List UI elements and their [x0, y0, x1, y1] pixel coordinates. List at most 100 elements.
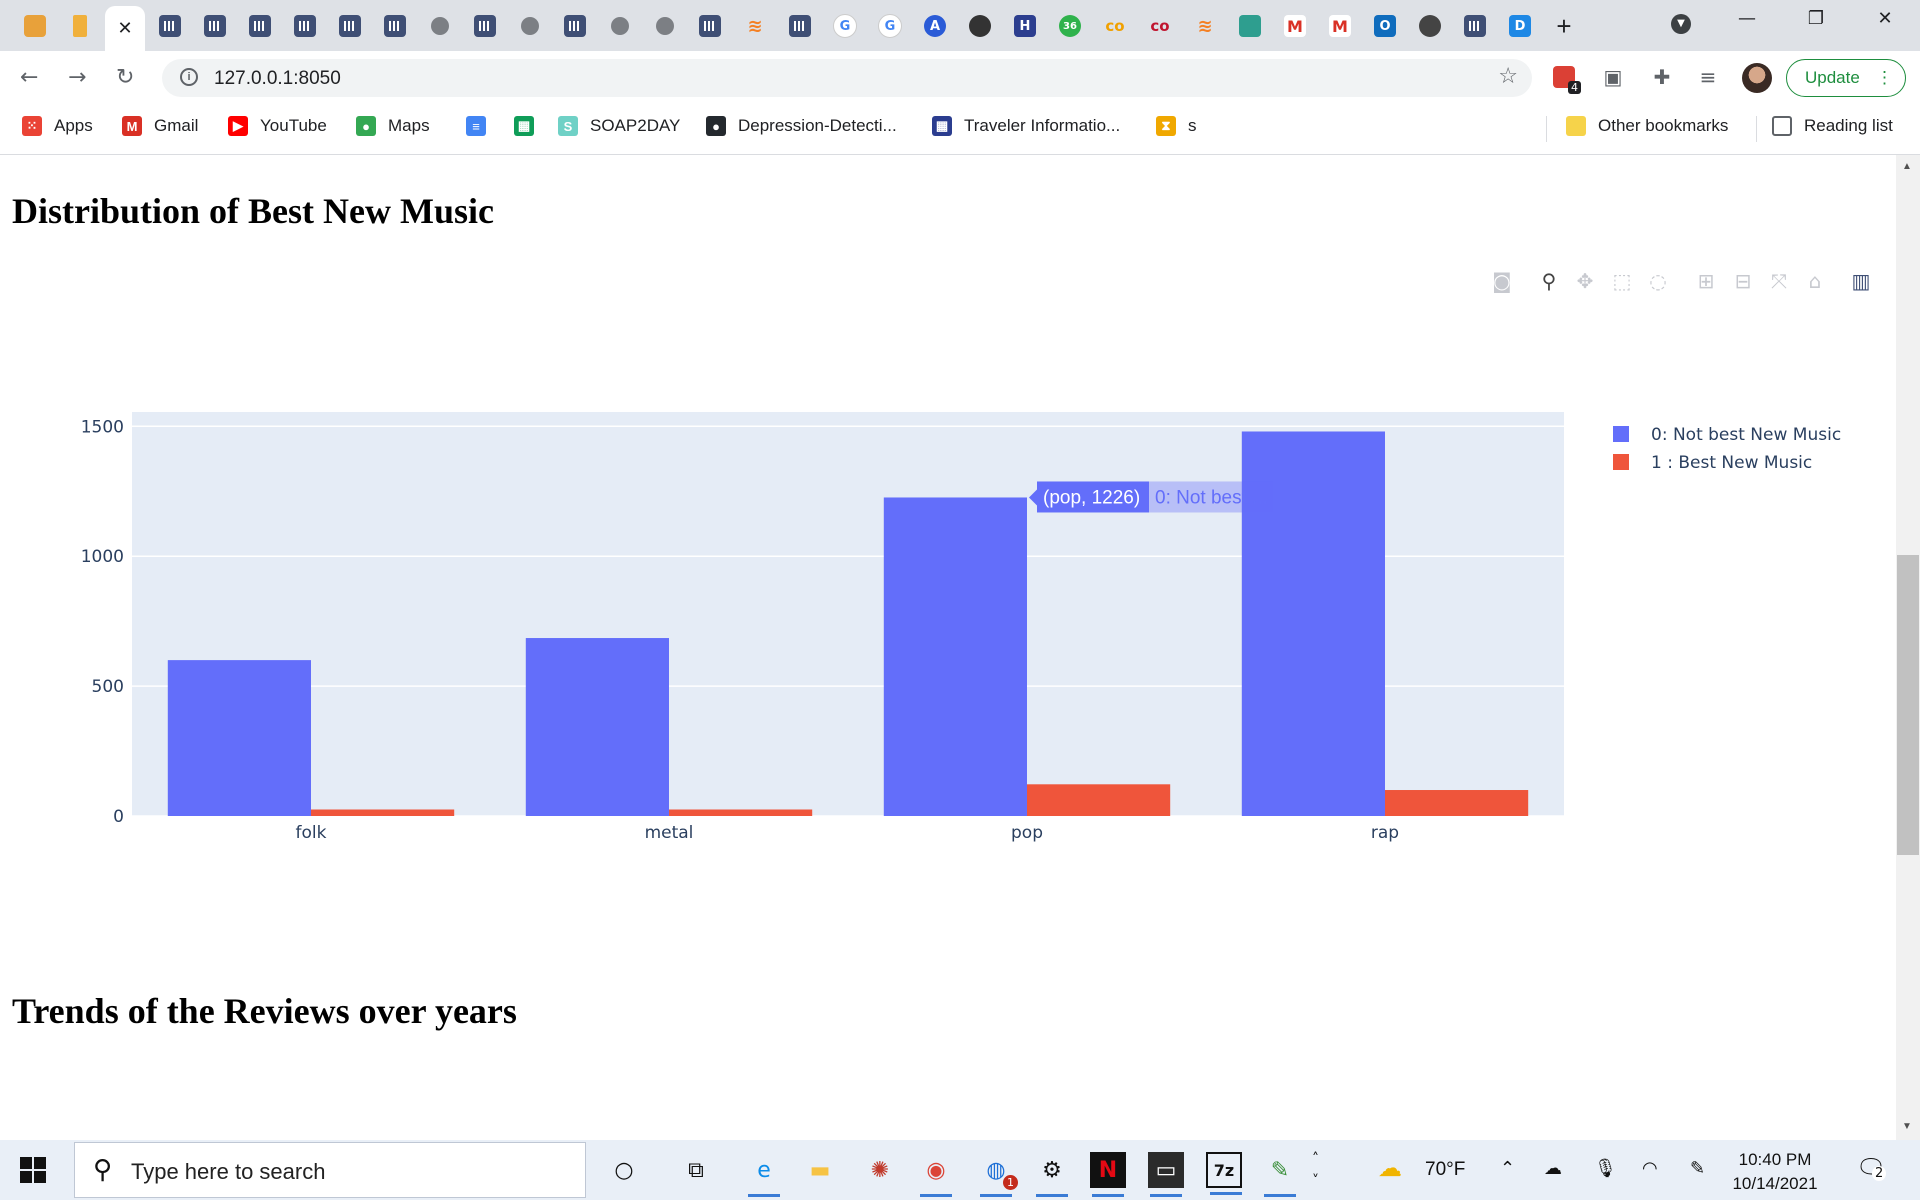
browser-tab[interactable] — [150, 6, 190, 46]
7zip-icon[interactable]: 7z — [1206, 1152, 1242, 1195]
browser-tab[interactable]: 36 — [1050, 6, 1090, 46]
browser-tab[interactable] — [375, 6, 415, 46]
bookmark-item[interactable]: ● Maps — [356, 116, 430, 136]
picture-in-picture-icon[interactable]: ▣ — [1601, 65, 1625, 89]
browser-tab[interactable] — [285, 6, 325, 46]
more-menu-icon[interactable]: ⋮ — [1876, 60, 1893, 96]
bar-pop-series-0[interactable] — [883, 497, 1027, 816]
browser-tab[interactable]: D — [1500, 6, 1540, 46]
browser-tab[interactable] — [240, 6, 280, 46]
show-hidden-icons-icon[interactable]: ⌃ — [1500, 1158, 1515, 1179]
tray-expand-icon[interactable]: ˄ ˅ — [1312, 1148, 1319, 1192]
browser-tab[interactable]: ≋ — [1185, 6, 1225, 46]
browser-tab[interactable] — [420, 6, 460, 46]
browser-tab[interactable] — [1455, 6, 1495, 46]
close-window-icon[interactable]: ✕ — [1862, 8, 1908, 29]
bookmark-item[interactable]: ● Depression-Detecti... — [706, 116, 897, 136]
browser-tab[interactable]: M — [1275, 6, 1315, 46]
browser-tab[interactable]: co — [1095, 6, 1135, 46]
bookmark-item[interactable]: ≡ — [466, 116, 498, 136]
browser-tab[interactable] — [330, 6, 370, 46]
browser-tab[interactable] — [690, 6, 730, 46]
bookmark-item[interactable]: ▦ Traveler Informatio... — [932, 116, 1120, 136]
onedrive-icon[interactable]: ☁ — [1544, 1158, 1562, 1179]
bar-folk-series-1[interactable] — [311, 809, 455, 816]
update-button[interactable]: Update ⋮ — [1786, 59, 1906, 97]
scroll-down-icon[interactable]: ▼ — [1902, 1121, 1912, 1132]
browser-tab[interactable] — [15, 6, 55, 46]
address-bar[interactable]: i 127.0.0.1:8050 ☆ — [162, 59, 1532, 97]
legend-swatch[interactable] — [1613, 454, 1629, 470]
windows-start-icon[interactable] — [20, 1157, 46, 1183]
taskbar-search-input[interactable]: ⚲ Type here to search — [74, 1142, 586, 1198]
notepad-icon[interactable]: ✎ — [1262, 1152, 1298, 1197]
weather-temp[interactable]: 70°F — [1425, 1159, 1465, 1181]
terminal-icon[interactable]: ▭ — [1148, 1152, 1184, 1197]
browser-tab[interactable]: H — [1005, 6, 1045, 46]
browser-tab[interactable]: A — [915, 6, 955, 46]
browser-tab[interactable] — [555, 6, 595, 46]
legend-label[interactable]: 0: Not best New Music — [1651, 425, 1841, 445]
bookmark-item[interactable]: ▦ — [514, 116, 546, 136]
browser-tab[interactable] — [465, 6, 505, 46]
browser-tab[interactable]: G — [870, 6, 910, 46]
other-bookmarks[interactable]: Other bookmarks — [1566, 116, 1728, 136]
extensions-puzzle-icon[interactable]: ✚ — [1650, 65, 1674, 89]
browser-tab[interactable] — [600, 6, 640, 46]
browser-tab[interactable] — [1410, 6, 1450, 46]
bookmark-item[interactable]: M Gmail — [122, 116, 198, 136]
netflix-icon[interactable]: N — [1090, 1152, 1126, 1197]
scroll-up-icon[interactable]: ▲ — [1902, 161, 1912, 172]
bar-metal-series-1[interactable] — [669, 809, 813, 816]
settings-icon[interactable]: ⚙ — [1034, 1152, 1070, 1197]
bookmark-item[interactable]: ▶ YouTube — [228, 116, 327, 136]
url-text[interactable]: 127.0.0.1:8050 — [214, 68, 341, 90]
bar-pop-series-1[interactable] — [1027, 784, 1171, 816]
wifi-icon[interactable]: ◠ — [1642, 1158, 1658, 1179]
browser-tab[interactable]: co — [1140, 6, 1180, 46]
bookmark-star-icon[interactable]: ☆ — [1498, 64, 1518, 89]
profile-avatar[interactable] — [1742, 63, 1772, 93]
minimize-icon[interactable]: — — [1724, 8, 1770, 29]
close-icon[interactable]: ✕ — [117, 18, 132, 39]
tab-search-icon[interactable]: ▼ — [1658, 10, 1704, 34]
browser-tab[interactable] — [195, 6, 235, 46]
browser-tab[interactable] — [780, 6, 820, 46]
reading-list[interactable]: Reading list — [1772, 116, 1893, 136]
media-control-icon[interactable]: ≡ — [1696, 65, 1720, 89]
pen-icon[interactable]: ✎ — [1690, 1158, 1705, 1179]
browser-tab[interactable]: ≋ — [735, 6, 775, 46]
forward-icon[interactable]: → — [68, 65, 86, 90]
task-view-icon[interactable]: ⧉ — [678, 1152, 714, 1188]
chrome-icon[interactable]: ◉ — [918, 1152, 954, 1197]
browser-tab[interactable] — [60, 6, 100, 46]
bookmark-item[interactable]: ⧗ s — [1156, 116, 1197, 136]
cortana-icon[interactable]: ○ — [606, 1152, 642, 1188]
new-tab-icon[interactable]: + — [1544, 6, 1584, 46]
browser-tab[interactable]: G — [825, 6, 865, 46]
browser-tab[interactable] — [1230, 6, 1270, 46]
weather-icon[interactable]: ☁ — [1378, 1154, 1402, 1182]
bookmark-item[interactable]: ⁙ Apps — [22, 116, 93, 136]
security-icon[interactable]: ✺ — [862, 1152, 898, 1188]
microphone-icon[interactable]: 🎙 — [1594, 1158, 1617, 1179]
restore-icon[interactable]: ❐ — [1793, 8, 1839, 29]
bar-metal-series-0[interactable] — [525, 638, 669, 816]
site-info-icon[interactable]: i — [180, 68, 198, 86]
bookmark-item[interactable]: S SOAP2DAY — [558, 116, 680, 136]
reload-icon[interactable]: ↻ — [116, 65, 134, 90]
scrollbar-thumb[interactable] — [1897, 555, 1919, 855]
back-icon[interactable]: ← — [20, 65, 38, 90]
legend-label[interactable]: 1 : Best New Music — [1651, 453, 1812, 473]
browser-tab[interactable]: M — [1320, 6, 1360, 46]
todoist-extension-icon[interactable]: 4 — [1552, 65, 1581, 94]
legend-swatch[interactable] — [1613, 426, 1629, 442]
webex-icon[interactable]: ◍ 1 — [978, 1152, 1018, 1197]
notifications-icon[interactable]: 🗨 2 — [1856, 1154, 1886, 1182]
browser-tab[interactable]: O — [1365, 6, 1405, 46]
edge-icon[interactable]: e — [746, 1152, 782, 1197]
browser-tab[interactable] — [960, 6, 1000, 46]
browser-tab[interactable] — [510, 6, 550, 46]
page-scrollbar[interactable]: ▲ ▼ — [1896, 155, 1920, 1140]
browser-tab[interactable]: ✕ — [105, 6, 145, 51]
